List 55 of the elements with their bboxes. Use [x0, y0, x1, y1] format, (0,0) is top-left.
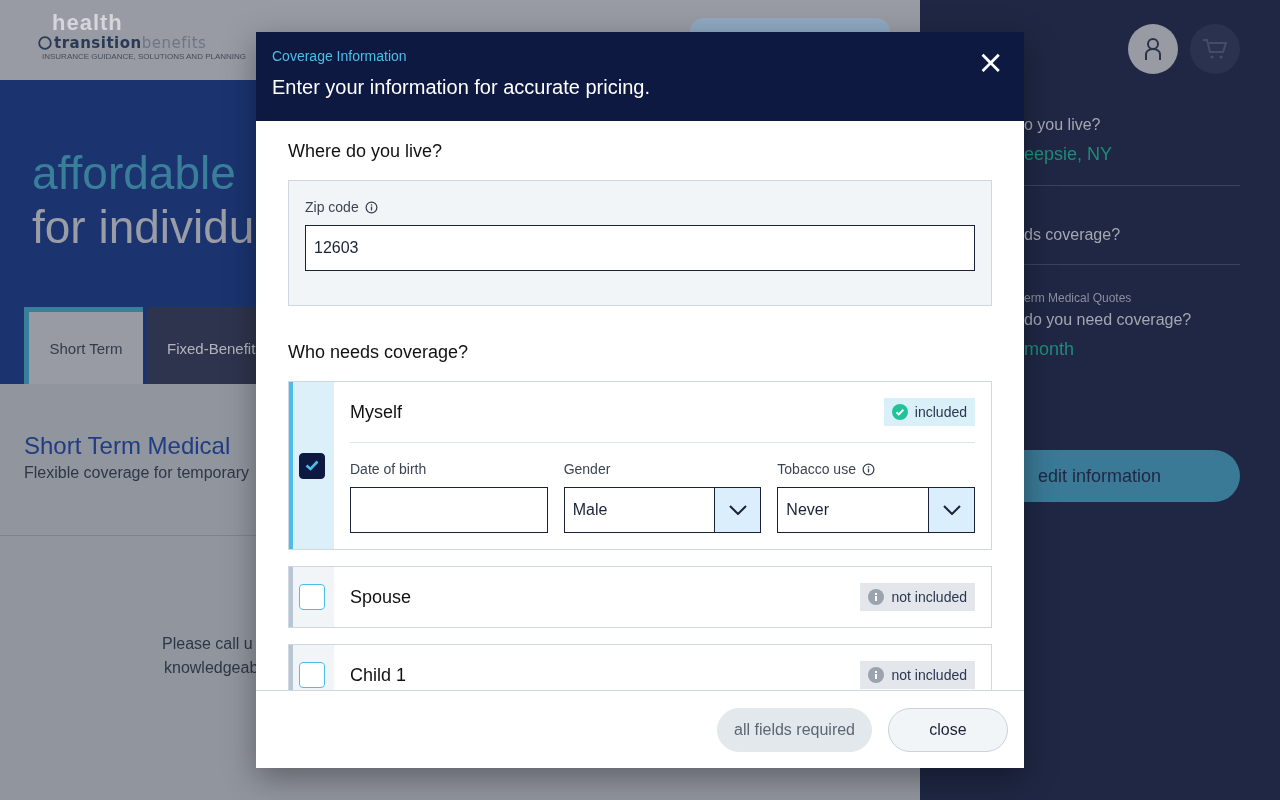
summary-question: ds coverage? [1024, 226, 1122, 244]
summary-answer: month [1024, 339, 1076, 360]
member-card[interactable]: Spouse not included [288, 566, 992, 628]
info-icon [868, 589, 885, 605]
status-badge: included [883, 398, 975, 426]
field-label: Tobacco use [777, 461, 856, 477]
info-icon[interactable] [364, 200, 378, 214]
member-name: Spouse [350, 586, 412, 608]
summary-answer: eepsie, NY [1024, 144, 1114, 165]
checkbox[interactable] [298, 584, 325, 610]
summary-question: o you live? [1024, 116, 1102, 134]
summary-question: do you need coverage? [1024, 311, 1193, 329]
checkbox[interactable] [298, 662, 325, 688]
user-icon [1143, 37, 1163, 61]
contact-text: Please call u [162, 634, 253, 654]
info-icon [868, 667, 885, 683]
logo-backdrop-text: health [52, 11, 123, 34]
hero-heading: for individu [32, 200, 255, 254]
cart-icon [1202, 38, 1228, 60]
check-circle-icon [891, 404, 908, 420]
product-tab[interactable]: Fixed-Benefit [147, 307, 256, 384]
close-button[interactable]: × [973, 46, 1008, 78]
logo-text: transition [54, 33, 142, 52]
info-icon[interactable] [861, 462, 875, 476]
input-field[interactable] [350, 487, 548, 533]
modal-title: Enter your information for accurate pricing. [272, 76, 650, 99]
section-subtitle: Flexible coverage for temporary [24, 464, 249, 482]
member-name: Myself [350, 401, 402, 423]
modal-kicker: Coverage Information [272, 48, 407, 64]
field-label: Zip code [305, 199, 359, 215]
account-button[interactable] [1128, 24, 1178, 74]
member-card[interactable]: Myself included Date of birth Gender Male Tobacco use Never [288, 381, 992, 550]
status-badge: not included [860, 583, 975, 611]
dropdown[interactable]: Male [563, 487, 762, 533]
field-label: Date of birth [350, 461, 427, 477]
status-badge: not included [860, 661, 975, 689]
section-heading: Who needs coverage? [288, 342, 470, 363]
contact-text: knowledgeab [164, 658, 259, 678]
dropdown[interactable]: Never [777, 487, 975, 533]
checkbox[interactable] [298, 452, 325, 479]
section-title: Short Term Medical [24, 432, 231, 460]
chevron-down-icon [728, 505, 747, 515]
product-tab[interactable]: Short Term [24, 307, 143, 384]
chevron-down-icon [942, 505, 961, 515]
member-name: Child 1 [350, 664, 407, 686]
ring-icon [38, 35, 52, 50]
close-button[interactable]: close [888, 707, 1008, 752]
member-card[interactable]: Child 1 not included [288, 644, 992, 690]
logo-tagline: INSURANCE GUIDANCE, SOLUTIONS AND PLANNING [42, 51, 247, 61]
summary-caption: erm Medical Quotes [1024, 291, 1133, 305]
zip-code-field[interactable]: 12603 [305, 225, 975, 271]
section-heading: Where do you live? [288, 141, 444, 162]
field-label: Gender [563, 461, 611, 477]
hero-heading: affordable [32, 146, 236, 200]
check-icon [304, 460, 319, 471]
